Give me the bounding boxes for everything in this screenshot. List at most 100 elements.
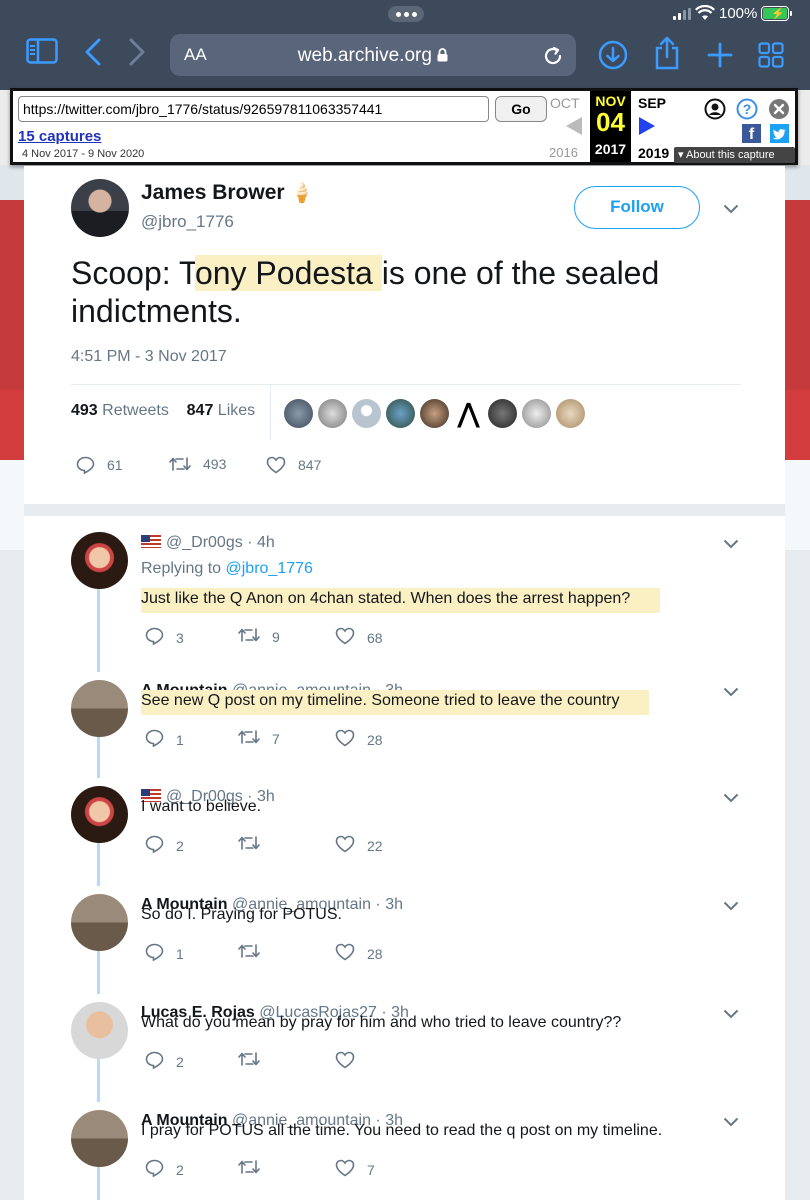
prev-year-link[interactable]: 2016: [549, 145, 578, 160]
liker-avatar[interactable]: [488, 399, 517, 428]
chevron-down-icon[interactable]: [723, 790, 739, 803]
liker-avatar[interactable]: [522, 399, 551, 428]
facebook-icon[interactable]: f: [742, 124, 761, 143]
replying-to-link[interactable]: @jbro_1776: [226, 560, 313, 577]
reply-icon: [145, 835, 176, 856]
liker-avatar[interactable]: [318, 399, 347, 428]
chevron-down-icon[interactable]: [723, 684, 739, 697]
reply-header: @_Dr00gs · 4h: [141, 534, 275, 552]
reply-action[interactable]: 61: [76, 456, 123, 474]
reply-text: Just like the Q Anon on 4chan stated. Wh…: [141, 588, 661, 613]
like-action[interactable]: 22: [335, 835, 383, 856]
reply-icon: [145, 943, 176, 964]
safari-toolbar: 100% ⚡ AA web.archive.org: [0, 0, 810, 90]
reply-tweet[interactable]: Lucas E. Rojas @LucasRojas27 · 3h What do…: [24, 988, 785, 1102]
next-month-link[interactable]: SEP: [638, 95, 666, 111]
reply-tweet[interactable]: A Mountain @annie_amountain · 3h I pray f…: [24, 1096, 785, 1200]
chevron-down-icon[interactable]: [723, 1006, 739, 1019]
share-icon[interactable]: [654, 36, 680, 70]
like-count: 847: [298, 457, 322, 473]
forward-icon[interactable]: [128, 38, 146, 66]
twitter-share-icon[interactable]: [770, 124, 789, 143]
prev-month-link[interactable]: OCT: [550, 95, 580, 111]
reply-action[interactable]: 2: [145, 1051, 184, 1072]
retweet-icon: [238, 835, 272, 854]
retweet-action[interactable]: [238, 1159, 272, 1178]
reply-avatar[interactable]: [71, 894, 128, 951]
author-name[interactable]: James Brower: [141, 181, 285, 204]
reply-action[interactable]: 1: [145, 729, 184, 750]
like-action[interactable]: [335, 1051, 367, 1072]
retweet-action[interactable]: [238, 835, 272, 854]
wayback-url-input[interactable]: [18, 96, 489, 122]
like-count: 22: [367, 837, 383, 854]
download-icon[interactable]: [598, 40, 628, 70]
help-icon[interactable]: ?: [736, 98, 758, 120]
chevron-down-icon[interactable]: [723, 536, 739, 549]
close-icon[interactable]: [768, 98, 790, 120]
chevron-down-icon[interactable]: [723, 1114, 739, 1127]
reply-avatar[interactable]: [71, 1002, 128, 1059]
retweet-action[interactable]: 7: [238, 729, 280, 748]
liker-avatar[interactable]: ⋀: [454, 399, 483, 428]
reply-avatar[interactable]: [71, 532, 128, 589]
tabs-overview-icon[interactable]: [758, 42, 784, 68]
chevron-down-icon[interactable]: [723, 898, 739, 911]
account-icon[interactable]: [704, 98, 726, 120]
new-tab-icon[interactable]: [707, 42, 733, 68]
retweet-action[interactable]: 493: [169, 456, 226, 472]
back-icon[interactable]: [84, 38, 102, 66]
reply-avatar[interactable]: [71, 786, 128, 843]
wayback-toolbar: Go 15 captures 4 Nov 2017 - 9 Nov 2020 O…: [10, 88, 798, 165]
reply-time[interactable]: · 4h: [247, 534, 275, 551]
reply-action[interactable]: 2: [145, 1159, 184, 1180]
reply-avatar[interactable]: [71, 680, 128, 737]
address-domain: web.archive.org: [297, 45, 432, 66]
retweets-stat[interactable]: 493 Retweets: [71, 402, 169, 419]
likes-stat[interactable]: 847 Likes: [187, 402, 256, 419]
reload-icon[interactable]: [542, 45, 564, 67]
next-capture-arrow-icon[interactable]: [639, 117, 655, 135]
wayback-go-button[interactable]: Go: [495, 96, 547, 122]
liker-avatar[interactable]: [556, 399, 585, 428]
prev-capture-arrow-icon[interactable]: [566, 117, 582, 135]
retweet-action[interactable]: [238, 943, 272, 962]
reply-time[interactable]: · 3h: [375, 896, 403, 913]
chevron-down-icon[interactable]: [723, 204, 739, 214]
reply-author-handle[interactable]: @_Dr00gs: [166, 534, 243, 551]
like-action[interactable]: 68: [335, 627, 383, 648]
liker-avatar[interactable]: [386, 399, 415, 428]
reply-count: 3: [176, 629, 184, 646]
address-bar[interactable]: AA web.archive.org: [170, 34, 576, 76]
like-action[interactable]: 847: [266, 456, 321, 474]
liker-avatar[interactable]: [420, 399, 449, 428]
reply-action[interactable]: 1: [145, 943, 184, 964]
reply-tweet[interactable]: A Mountain @annie_amountain · 3hSee new …: [24, 666, 785, 778]
multitasking-dots[interactable]: [388, 6, 424, 22]
author-avatar[interactable]: [71, 179, 129, 237]
reply-tweet[interactable]: @_Dr00gs · 4h Replying to @jbro_1776 Just …: [24, 518, 785, 672]
reply-action[interactable]: 2: [145, 835, 184, 856]
reply-count: 61: [107, 457, 123, 473]
reply-text: See new Q post on my timeline. Someone t…: [141, 690, 650, 715]
about-capture-button[interactable]: ▾ About this capture: [674, 147, 795, 163]
sidebar-icon[interactable]: [26, 38, 58, 64]
tweet-timestamp[interactable]: 4:51 PM - 3 Nov 2017: [71, 348, 227, 366]
reply-tweet[interactable]: A Mountain @annie_amountain · 3h So do I.…: [24, 880, 785, 994]
tweet-text: Scoop: Tony Podesta is one of the sealed…: [71, 254, 659, 330]
follow-button[interactable]: Follow: [574, 186, 700, 229]
like-action[interactable]: 28: [335, 943, 383, 964]
like-action[interactable]: 28: [335, 729, 383, 750]
author-handle[interactable]: @jbro_1776: [141, 212, 234, 232]
retweet-action[interactable]: 9: [238, 627, 280, 646]
reply-action[interactable]: 3: [145, 627, 184, 648]
like-action[interactable]: 7: [335, 1159, 375, 1180]
liker-avatar[interactable]: [284, 399, 313, 428]
retweet-icon: [238, 943, 272, 962]
reply-avatar[interactable]: [71, 1110, 128, 1167]
captures-link[interactable]: 15 captures: [18, 128, 101, 145]
reply-tweet[interactable]: @_Dr00gs · 3h I want to believe. 2 22: [24, 772, 785, 886]
next-year-link[interactable]: 2019: [638, 145, 669, 161]
retweet-action[interactable]: [238, 1051, 272, 1070]
liker-avatar[interactable]: [352, 399, 381, 428]
